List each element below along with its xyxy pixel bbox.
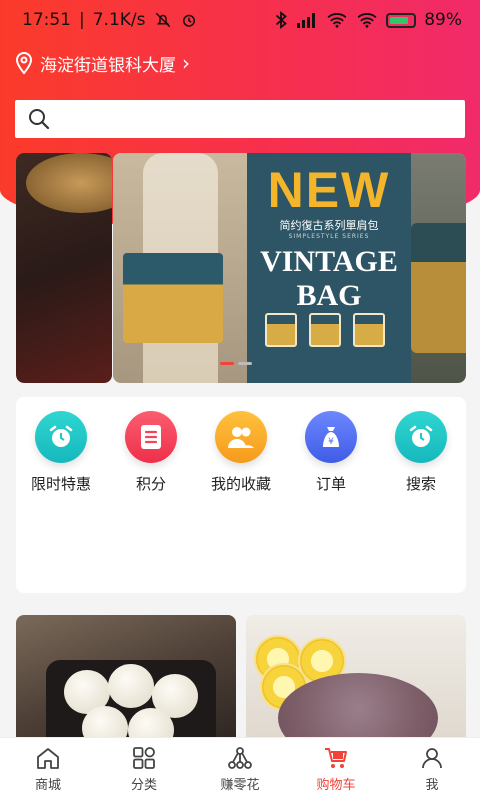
status-time: 17:51 — [22, 10, 71, 30]
banner-subtitle: 简约復古系列單肩包 — [279, 219, 379, 232]
location-address: 海淀街道银科大厦 — [40, 55, 176, 76]
document-list-icon — [125, 411, 177, 463]
tab-label: 购物车 — [316, 777, 356, 793]
menu-label: 搜索 — [405, 475, 436, 493]
cart-icon — [325, 747, 347, 768]
product-card-fishballs[interactable] — [16, 615, 236, 755]
search-input[interactable] — [15, 100, 465, 138]
alarm-icon — [182, 14, 195, 27]
menu-item-search[interactable]: 搜索 — [381, 411, 461, 494]
network-icon — [228, 746, 252, 769]
food-image — [26, 153, 112, 213]
chevron-right-icon: › — [182, 51, 190, 75]
banner-slide-previous[interactable] — [16, 153, 112, 383]
bag-thumbnails — [265, 313, 385, 347]
carousel-indicator — [220, 362, 252, 365]
bluetooth-icon — [276, 11, 288, 29]
tab-label: 我 — [425, 777, 439, 793]
status-bar: 17:51 | 7.1K/s 89% — [0, 0, 480, 40]
bag-image — [123, 253, 223, 343]
banner-subtitle-en: SIMPLESTYLE SERIES — [288, 233, 370, 240]
home-icon — [37, 747, 59, 769]
banner-photo — [113, 153, 247, 383]
banner-slide-vintage-bag[interactable]: NEW 简约復古系列單肩包 SIMPLESTYLE SERIES VINTAGE… — [113, 153, 466, 383]
user-icon — [422, 747, 442, 768]
banner-text-panel: NEW 简约復古系列單肩包 SIMPLESTYLE SERIES VINTAGE… — [247, 153, 411, 383]
bottom-tab-bar: 商城 分类 赚零花 购物车 我 — [0, 737, 480, 800]
tab-me[interactable]: 我 — [392, 746, 472, 793]
banner-carousel[interactable]: NEW 简约復古系列單肩包 SIMPLESTYLE SERIES VINTAGE… — [16, 153, 466, 383]
battery-icon — [386, 12, 417, 28]
wifi-icon — [327, 13, 347, 28]
menu-label: 积分 — [135, 475, 166, 493]
users-icon — [215, 411, 267, 463]
alarm-clock-icon — [35, 411, 87, 463]
tab-cart[interactable]: 购物车 — [296, 746, 376, 793]
banner-photo-right — [411, 153, 466, 383]
tab-earn[interactable]: 赚零花 — [200, 746, 280, 793]
search-icon — [29, 109, 50, 130]
tab-category[interactable]: 分类 — [104, 746, 184, 793]
carousel-dot — [238, 362, 252, 365]
menu-item-limited-offer[interactable]: 限时特惠 — [21, 411, 101, 494]
banner-title: VINTAGE BAG — [260, 245, 398, 312]
menu-item-points[interactable]: 积分 — [111, 411, 191, 494]
battery-percent: 89% — [424, 10, 462, 30]
wifi-icon-2 — [357, 13, 377, 28]
location-selector[interactable]: 海淀街道银科大厦 › — [14, 48, 190, 78]
status-speed: 7.1K/s — [92, 10, 146, 30]
menu-item-orders[interactable]: ¥ 订单 — [291, 411, 371, 494]
status-divider: | — [79, 10, 85, 30]
location-pin-icon — [15, 52, 33, 75]
grid-icon — [133, 746, 155, 769]
quick-menu-card: 限时特惠 积分 我的收藏 ¥ 订单 搜索 — [16, 397, 466, 593]
tab-label: 分类 — [130, 777, 157, 793]
menu-label: 我的收藏 — [210, 475, 271, 493]
menu-label: 订单 — [315, 475, 346, 493]
svg-text:¥: ¥ — [328, 437, 334, 447]
product-card-meat[interactable] — [246, 615, 466, 755]
cell-signal-icon — [297, 13, 316, 28]
banner-new-text: NEW — [267, 162, 391, 218]
tab-label: 赚零花 — [220, 777, 260, 793]
carousel-dot-active — [220, 362, 234, 365]
tab-label: 商城 — [34, 777, 61, 793]
menu-item-favorites[interactable]: 我的收藏 — [201, 411, 281, 494]
alarm-clock-icon — [395, 411, 447, 463]
menu-label: 限时特惠 — [30, 475, 91, 493]
mute-bell-icon — [155, 12, 170, 28]
tab-mall[interactable]: 商城 — [8, 746, 88, 793]
money-bag-icon: ¥ — [305, 411, 357, 463]
